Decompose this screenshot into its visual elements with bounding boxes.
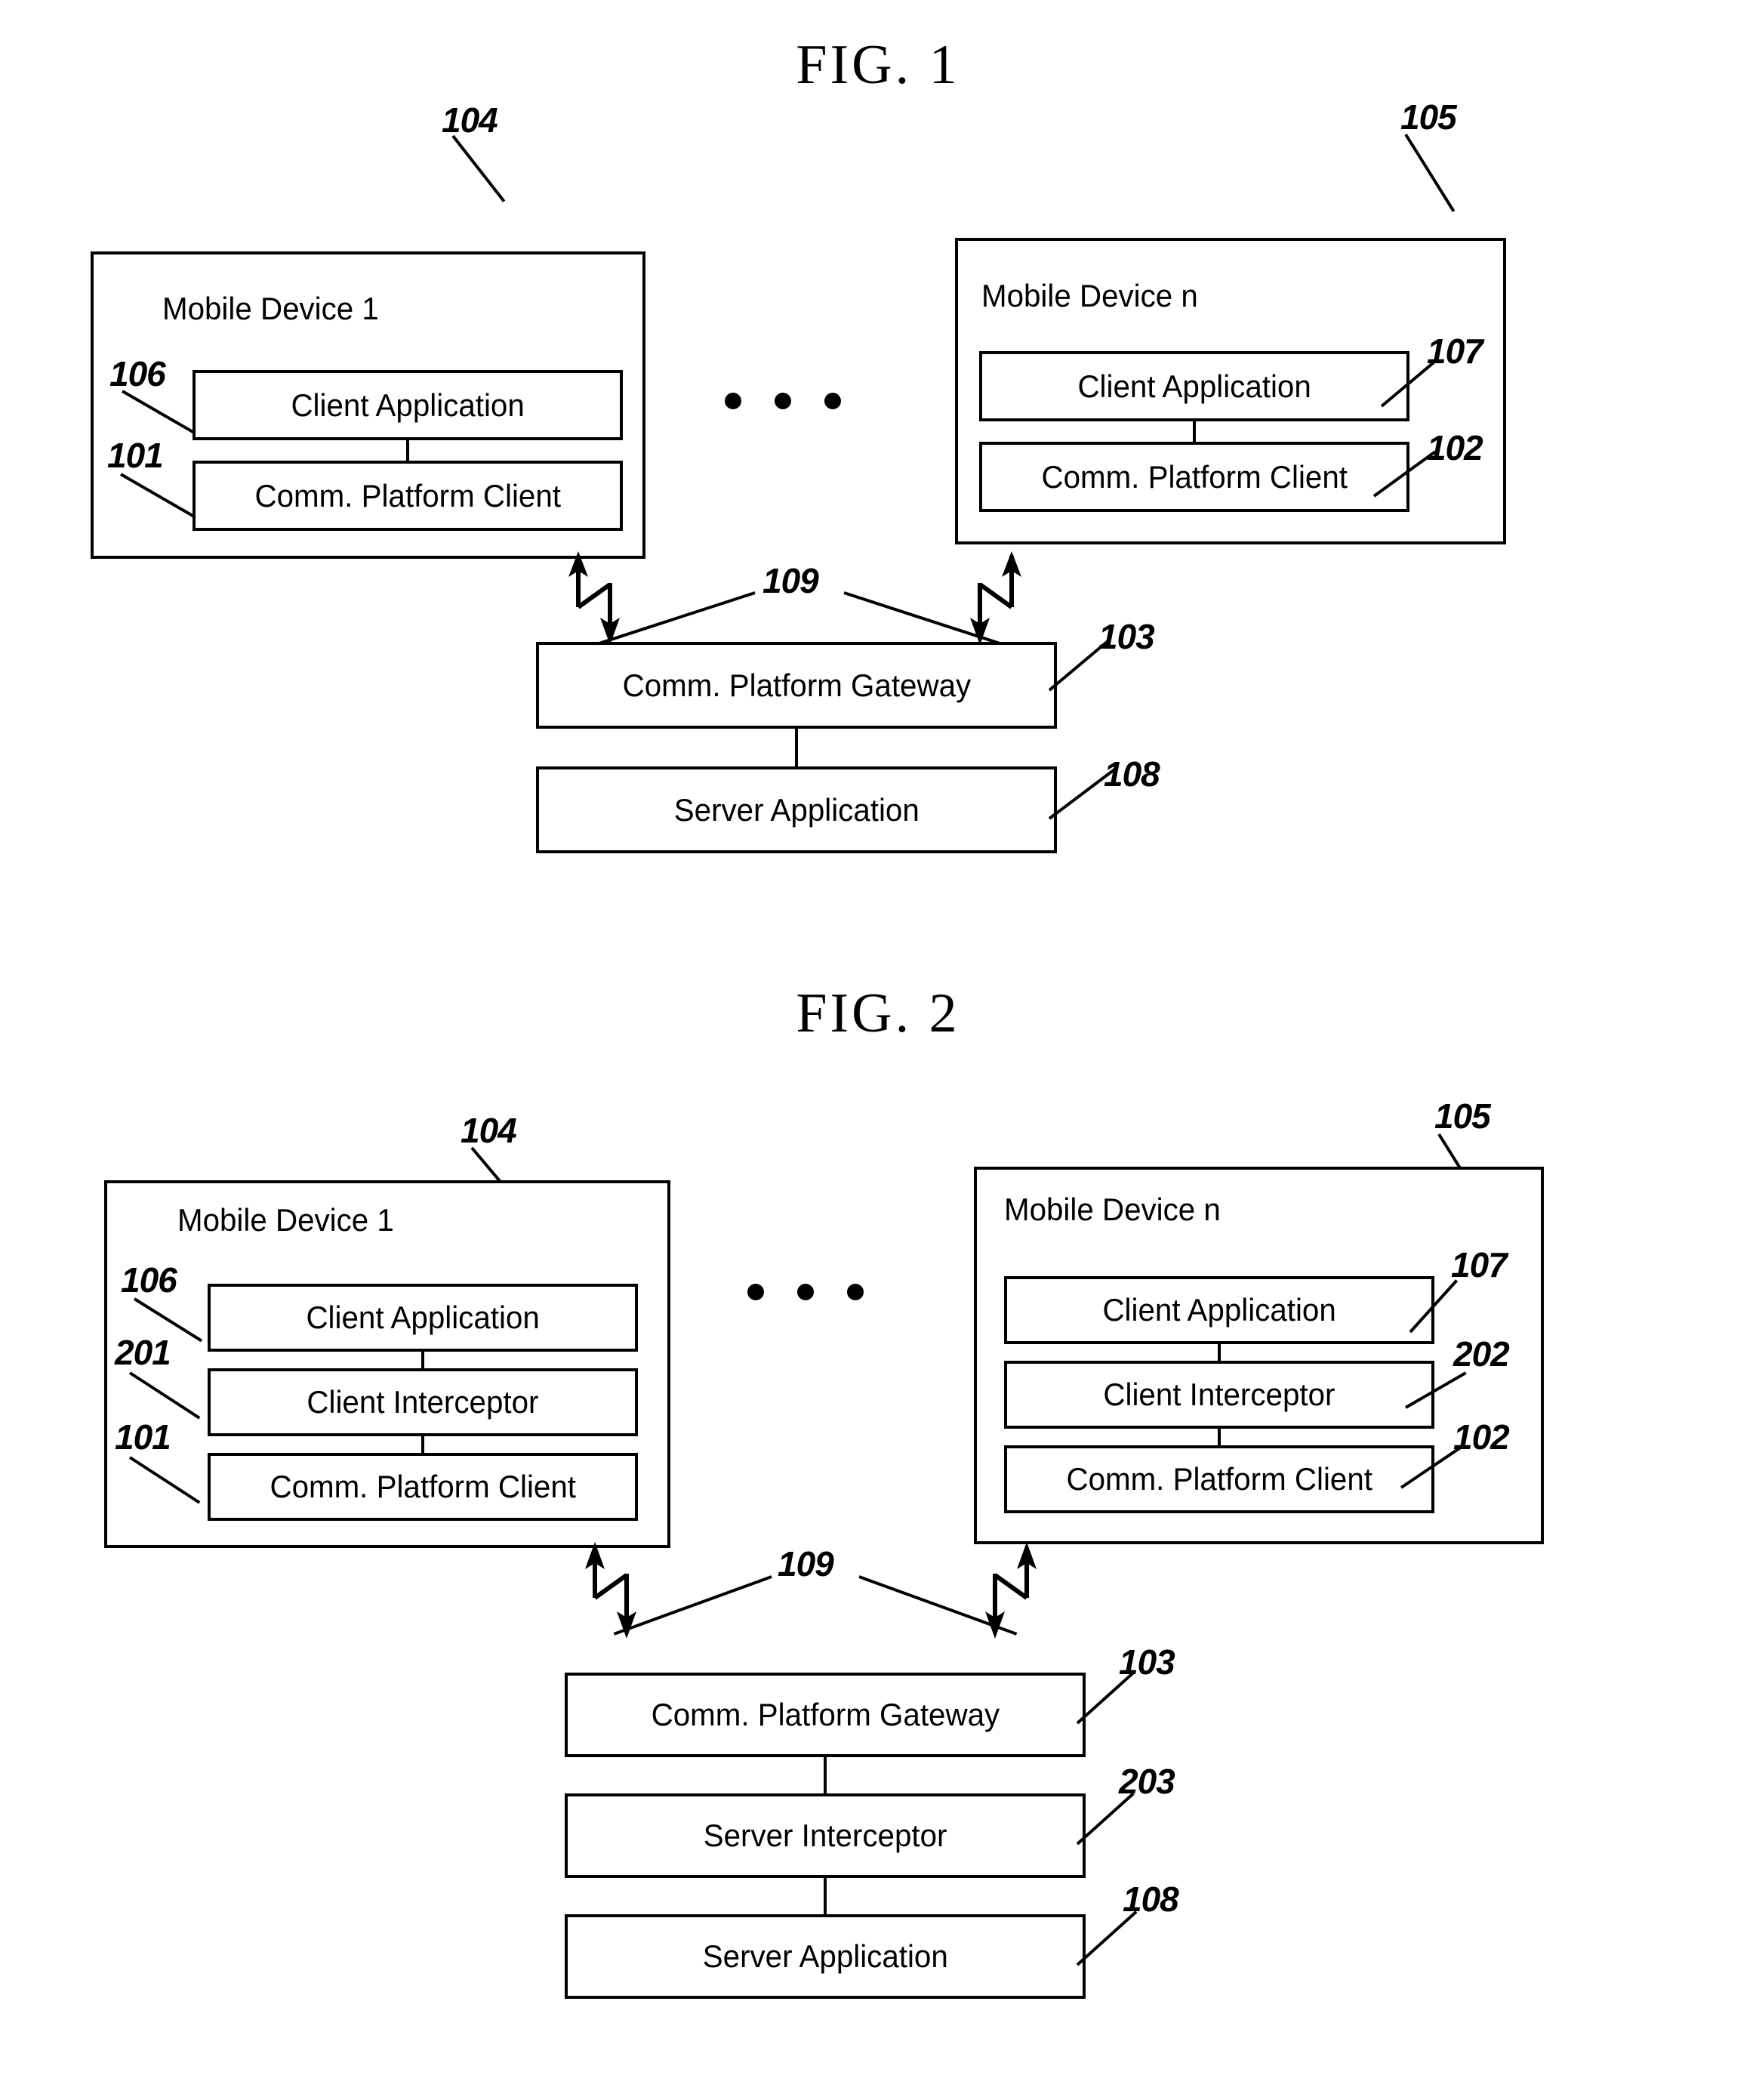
ellipsis-dot xyxy=(824,393,841,409)
ellipsis-dot xyxy=(747,1284,764,1300)
leader-line-104 xyxy=(451,134,506,202)
fig1-comm-platform-gateway-label: Comm. Platform Gateway xyxy=(622,667,971,703)
leader-line-108-fig1 xyxy=(1048,768,1116,820)
ellipsis-dot xyxy=(797,1284,814,1300)
reference-numeral-101-fig2: 101 xyxy=(115,1417,171,1457)
reference-numeral-103-fig2: 103 xyxy=(1119,1642,1175,1682)
fig2-comm-platform-client-label-right: Comm. Platform Client xyxy=(1066,1461,1372,1497)
fig2-client-interceptor-box-left: Client Interceptor xyxy=(208,1368,638,1436)
reference-numeral-101: 101 xyxy=(107,436,164,475)
fig2-comm-platform-client-label-left: Comm. Platform Client xyxy=(270,1469,576,1504)
ellipsis-dot xyxy=(725,393,741,409)
fig2-connector-right-b xyxy=(1218,1429,1221,1445)
fig2-client-interceptor-label-right: Client Interceptor xyxy=(1103,1377,1335,1412)
fig1-server-application-box: Server Application xyxy=(536,766,1057,853)
fig1-client-application-label-left: Client Application xyxy=(291,387,525,423)
patent-drawing-sheet: FIG. 1 104 Mobile Device 1 106 Client Ap… xyxy=(0,0,1756,2100)
fig2-mobile-device-1-title: Mobile Device 1 xyxy=(177,1202,394,1238)
fig1-server-application-label: Server Application xyxy=(673,791,920,828)
fig2-client-interceptor-box-right: Client Interceptor xyxy=(1004,1361,1434,1429)
fig1-client-application-box-right: Client Application xyxy=(979,351,1409,421)
reference-numeral-102: 102 xyxy=(1427,428,1483,467)
fig2-server-interceptor-label: Server Interceptor xyxy=(703,1818,947,1853)
reference-numeral-109-fig1: 109 xyxy=(762,561,819,600)
fig2-ellipsis xyxy=(747,1284,864,1300)
reference-numeral-102-fig2: 102 xyxy=(1453,1417,1510,1457)
fig2-client-application-box-right: Client Application xyxy=(1004,1276,1434,1344)
reference-numeral-109-fig2: 109 xyxy=(778,1544,834,1583)
reference-numeral-108-fig1: 108 xyxy=(1104,754,1160,794)
fig2-connector-interceptor-server xyxy=(824,1878,827,1914)
fig2-client-application-box-left: Client Application xyxy=(208,1284,638,1352)
reference-numeral-106: 106 xyxy=(109,354,166,393)
reference-numeral-203: 203 xyxy=(1119,1762,1175,1801)
fig2-comm-platform-client-box-right: Comm. Platform Client xyxy=(1004,1445,1434,1513)
fig2-comm-platform-client-box-left: Comm. Platform Client xyxy=(208,1453,638,1521)
reference-numeral-107-fig2: 107 xyxy=(1451,1245,1508,1284)
fig2-connector-left-b xyxy=(421,1436,424,1453)
figure-1-title: FIG. 1 xyxy=(796,34,960,96)
reference-numeral-202: 202 xyxy=(1453,1334,1510,1374)
reference-numeral-108-fig2: 108 xyxy=(1123,1880,1179,1919)
reference-numeral-103-fig1: 103 xyxy=(1098,617,1155,656)
fig2-connector-gateway-interceptor xyxy=(824,1757,827,1793)
reference-numeral-105: 105 xyxy=(1400,97,1457,137)
ellipsis-dot xyxy=(775,393,791,409)
reference-numeral-106-fig2: 106 xyxy=(121,1260,177,1300)
fig2-client-interceptor-label-left: Client Interceptor xyxy=(307,1384,539,1420)
fig1-comm-platform-client-box-left: Comm. Platform Client xyxy=(193,461,623,531)
reference-numeral-104-fig2: 104 xyxy=(461,1111,517,1150)
fig1-connector-right-device xyxy=(1193,421,1196,442)
fig1-wireless-link-right xyxy=(966,550,1064,648)
fig1-wireless-link-left xyxy=(565,550,663,648)
fig2-server-application-box: Server Application xyxy=(565,1914,1086,1999)
fig1-client-application-label-right: Client Application xyxy=(1077,368,1311,404)
fig1-ellipsis xyxy=(725,393,841,409)
reference-numeral-201: 201 xyxy=(115,1333,171,1372)
fig2-connector-right-a xyxy=(1218,1344,1221,1361)
fig2-comm-platform-gateway-box: Comm. Platform Gateway xyxy=(565,1673,1086,1757)
fig2-comm-platform-gateway-label: Comm. Platform Gateway xyxy=(651,1697,1000,1732)
fig1-mobile-device-1-title: Mobile Device 1 xyxy=(162,291,379,326)
fig1-comm-platform-client-box-right: Comm. Platform Client xyxy=(979,442,1409,512)
figure-2-title: FIG. 2 xyxy=(796,982,960,1044)
reference-numeral-107: 107 xyxy=(1427,331,1483,371)
fig2-client-application-label-right: Client Application xyxy=(1102,1292,1336,1328)
fig1-client-application-box-left: Client Application xyxy=(193,370,623,440)
leader-line-105 xyxy=(1404,133,1456,212)
fig2-mobile-device-n-title: Mobile Device n xyxy=(1004,1192,1221,1227)
fig1-comm-platform-client-label-left: Comm. Platform Client xyxy=(254,477,561,513)
fig2-server-interceptor-box: Server Interceptor xyxy=(565,1793,1086,1878)
fig1-mobile-device-n-title: Mobile Device n xyxy=(981,278,1198,313)
fig2-server-application-label: Server Application xyxy=(702,1938,948,1974)
fig2-client-application-label-left: Client Application xyxy=(306,1300,540,1335)
reference-numeral-105-fig2: 105 xyxy=(1434,1096,1491,1136)
ellipsis-dot xyxy=(847,1284,864,1300)
fig1-comm-platform-gateway-box: Comm. Platform Gateway xyxy=(536,642,1057,729)
fig1-connector-gateway-server xyxy=(795,729,798,766)
reference-numeral-104: 104 xyxy=(442,100,498,140)
fig2-connector-left-a xyxy=(421,1352,424,1368)
fig1-connector-left-device xyxy=(406,440,409,461)
fig1-comm-platform-client-label-right: Comm. Platform Client xyxy=(1041,458,1348,495)
